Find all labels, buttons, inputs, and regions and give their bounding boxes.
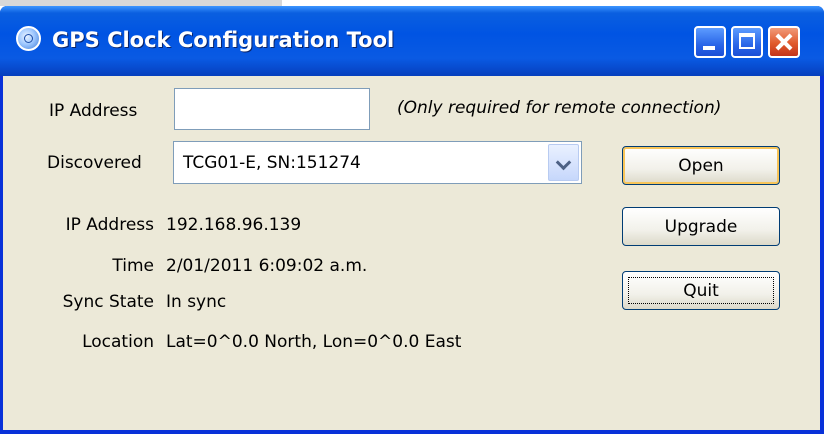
open-button[interactable]: Open (622, 146, 780, 185)
focus-ring (628, 277, 774, 304)
ip-address-input[interactable] (174, 88, 370, 130)
app-clock-icon (16, 26, 41, 51)
close-icon[interactable] (768, 26, 800, 58)
ip-hint-text: (Only required for remote connection) (397, 98, 722, 118)
quit-button[interactable]: Quit (622, 271, 780, 310)
info-sync-label: Sync State (62, 292, 154, 312)
discovered-dropdown[interactable]: TCG01-E, SN:151274 (173, 141, 582, 184)
window-title: GPS Clock Configuration Tool (52, 28, 395, 52)
upgrade-button[interactable]: Upgrade (622, 207, 780, 246)
info-ip-value: 192.168.96.139 (166, 215, 302, 235)
title-bar[interactable]: GPS Clock Configuration Tool (0, 6, 824, 76)
chevron-down-icon[interactable] (548, 144, 579, 181)
info-location-value: Lat=0^0.0 North, Lon=0^0.0 East (166, 332, 462, 352)
minimize-icon[interactable] (694, 26, 726, 58)
discovered-selected-value: TCG01-E, SN:151274 (183, 153, 361, 173)
discovered-label: Discovered (47, 153, 142, 173)
info-time-value: 2/01/2011 6:09:02 a.m. (166, 256, 368, 276)
ip-address-label: IP Address (49, 101, 138, 121)
info-ip-label: IP Address (65, 215, 154, 235)
info-sync-value: In sync (166, 292, 227, 312)
info-time-label: Time (112, 256, 154, 276)
info-location-label: Location (82, 332, 154, 352)
maximize-icon[interactable] (731, 26, 763, 58)
